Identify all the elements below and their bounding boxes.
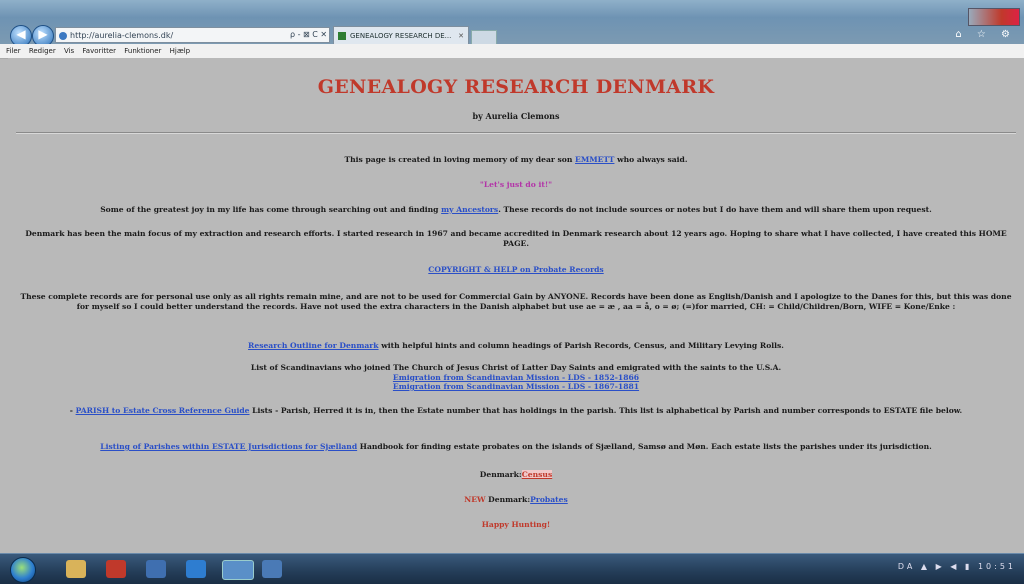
research-outline-link[interactable]: Research Outline for Denmark [248,341,379,350]
tab-genealogy[interactable]: GENEALOGY RESEARCH DE... ✕ [333,26,469,44]
memory-text-end: who always said. [614,155,688,164]
emmett-link[interactable]: EMMETT [575,155,614,164]
menu-edit[interactable]: Rediger [29,47,56,55]
window-controls[interactable] [968,8,1020,26]
menu-view[interactable]: Vis [64,47,74,55]
parish-cross-reference-link[interactable]: PARISH to Estate Cross Reference Guide [76,406,250,415]
outline-text: with helpful hints and column headings o… [378,341,784,350]
browser-titlebar: ◀ ▶ http://aurelia-clemons.dk/ ρ - ⊠ C ✕… [0,0,1024,47]
happy-hunting-text: Happy Hunting! [481,520,551,529]
parish-text: Lists - Parish, Herred it is in, then th… [249,406,963,415]
page-title: GENEALOGY RESEARCH DENMARK [317,76,715,98]
tab-favicon-icon [338,32,346,40]
back-arrow-icon: ◀ [16,27,26,41]
site-favicon-icon [59,32,67,40]
menu-bar: Filer Rediger Vis Favoritter Funktioner … [0,44,1024,59]
copyright-paragraph: COPYRIGHT & HELP on Probate Records [18,265,1014,275]
window-taskbar-icon[interactable] [262,560,282,578]
new-tab-button[interactable] [471,30,497,45]
memory-text: This page is created in loving memory of… [344,155,576,164]
ie-taskbar-icon[interactable] [222,560,254,580]
scandinavians-paragraph: List of Scandinavians who joined The Chu… [18,363,1014,392]
address-controls[interactable]: ρ - ⊠ C ✕ [290,27,327,43]
joy-text-end: . These records do not include sources o… [498,205,932,214]
personal-use-paragraph: These complete records are for personal … [20,292,1012,311]
divider [16,132,1016,134]
forward-arrow-icon: ▶ [38,27,48,41]
census-label: Denmark: [479,470,522,479]
focus-paragraph: Denmark has been the main focus of my ex… [25,229,1007,248]
media-taskbar-icon[interactable] [106,560,126,578]
address-url: http://aurelia-clemons.dk/ [70,31,174,40]
web-page: GENEALOGY RESEARCH DENMARK by Aurelia Cl… [8,58,1024,553]
tab-close-icon[interactable]: ✕ [458,27,464,44]
census-link[interactable]: Census [521,470,553,479]
listing-paragraph: Listing of Parishes within ESTATE Jurisd… [18,442,1014,452]
mail-taskbar-icon[interactable] [186,560,206,578]
menu-favorites[interactable]: Favoritter [82,47,116,55]
parish-paragraph: - PARISH to Estate Cross Reference Guide… [18,406,1014,416]
quote-text: "Let's just do it!" [479,180,553,189]
system-tray[interactable]: DA ▲ ▶ ◀ ▮ 10:51 [898,562,1016,571]
new-badge: NEW [464,495,486,504]
emigration-1852-link[interactable]: Emigration from Scandinavian Mission - L… [393,373,639,382]
joy-text: Some of the greatest joy in my life has … [100,205,442,214]
app-taskbar-icon[interactable] [146,560,166,578]
address-bar[interactable]: http://aurelia-clemons.dk/ [55,27,330,43]
parishes-listing-link[interactable]: Listing of Parishes within ESTATE Jurisd… [100,442,357,451]
probates-link[interactable]: Probates [530,495,568,504]
census-paragraph: Denmark:Census [18,470,1014,480]
ancestors-link[interactable]: my Ancestors [441,205,498,214]
copyright-link[interactable]: COPYRIGHT & HELP on Probate Records [428,265,603,274]
taskbar: DA ▲ ▶ ◀ ▮ 10:51 [0,553,1024,584]
start-button[interactable] [10,557,36,583]
menu-file[interactable]: Filer [6,47,21,55]
tab-title: GENEALOGY RESEARCH DE... [350,32,452,40]
emigration-1867-link[interactable]: Emigration from Scandinavian Mission - L… [393,382,639,391]
page-byline: by Aurelia Clemons [472,111,560,121]
menu-tools[interactable]: Funktioner [124,47,161,55]
scandinavians-text: List of Scandinavians who joined The Chu… [250,363,782,372]
probates-paragraph: NEW Denmark:Probates [18,495,1014,505]
listing-text: Handbook for finding estate probates on … [357,442,932,451]
explorer-taskbar-icon[interactable] [66,560,86,578]
outline-paragraph: Research Outline for Denmark with helpfu… [18,341,1014,351]
memory-paragraph: This page is created in loving memory of… [18,155,1014,165]
toolbar-icons[interactable]: ⌂ ☆ ⚙ [955,29,1016,40]
menu-help[interactable]: Hjælp [170,47,190,55]
joy-paragraph: Some of the greatest joy in my life has … [18,205,1014,215]
probates-label: Denmark: [485,495,531,504]
